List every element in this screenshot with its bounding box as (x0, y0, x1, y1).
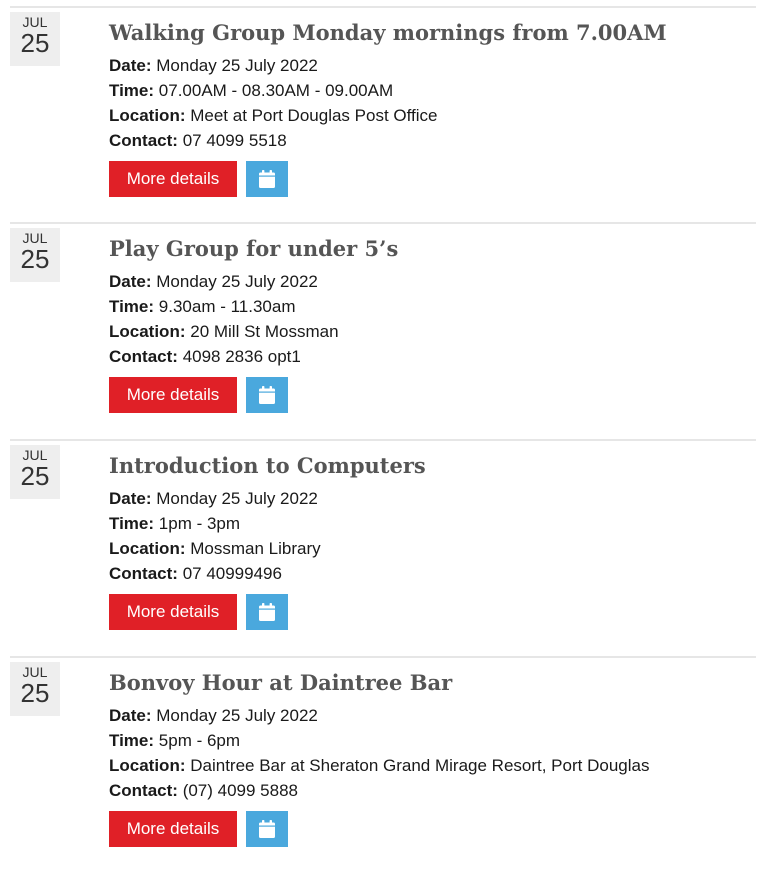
event-date: Monday 25 July 2022 (156, 706, 318, 725)
event-body: Bonvoy Hour at Daintree Bar Date: Monday… (109, 668, 756, 803)
event-contact-line: Contact: (07) 4099 5888 (109, 778, 756, 803)
date-day: 25 (20, 461, 50, 491)
location-label: Location: (109, 539, 186, 558)
more-details-button[interactable]: More details (109, 811, 237, 847)
event-location-line: Location: Daintree Bar at Sheraton Grand… (109, 753, 756, 778)
add-to-calendar-button[interactable] (246, 594, 288, 630)
event-item: JUL 25 Play Group for under 5’s Date: Mo… (10, 222, 756, 438)
time-label: Time: (109, 297, 155, 316)
event-body: Introduction to Computers Date: Monday 2… (109, 451, 756, 586)
event-time: 9.30am - 11.30am (158, 297, 296, 316)
event-body: Play Group for under 5’s Date: Monday 25… (109, 234, 756, 369)
event-item: JUL 25 Walking Group Monday mornings fro… (10, 6, 756, 222)
date-badge: JUL 25 (10, 662, 60, 716)
contact-label: Contact: (109, 781, 178, 800)
contact-label: Contact: (109, 347, 178, 366)
event-time-line: Time: 5pm - 6pm (109, 728, 756, 753)
event-time: 07.00AM - 08.30AM - 09.00AM (158, 81, 394, 100)
add-to-calendar-button[interactable] (246, 811, 288, 847)
date-label: Date: (109, 706, 152, 725)
date-badge: JUL 25 (10, 228, 60, 282)
time-label: Time: (109, 81, 155, 100)
date-month: JUL (22, 447, 48, 463)
date-label: Date: (109, 56, 152, 75)
date-badge: JUL 25 (10, 12, 60, 66)
date-label: Date: (109, 272, 152, 291)
event-date: Monday 25 July 2022 (156, 56, 318, 75)
date-month: JUL (22, 664, 48, 680)
event-time-line: Time: 1pm - 3pm (109, 511, 756, 536)
event-contact: 07 40999496 (182, 564, 282, 583)
contact-label: Contact: (109, 131, 178, 150)
more-details-button[interactable]: More details (109, 594, 237, 630)
calendar-icon (259, 602, 275, 621)
date-label: Date: (109, 489, 152, 508)
event-date-line: Date: Monday 25 July 2022 (109, 486, 756, 511)
event-title[interactable]: Walking Group Monday mornings from 7.00A… (109, 18, 756, 48)
date-day: 25 (20, 28, 50, 58)
event-title[interactable]: Bonvoy Hour at Daintree Bar (109, 668, 756, 698)
add-to-calendar-button[interactable] (246, 377, 288, 413)
event-contact-line: Contact: 07 4099 5518 (109, 128, 756, 153)
event-location-line: Location: Mossman Library (109, 536, 756, 561)
date-month: JUL (22, 14, 48, 30)
event-contact: 4098 2836 opt1 (182, 347, 301, 366)
event-date-line: Date: Monday 25 July 2022 (109, 53, 756, 78)
location-label: Location: (109, 756, 186, 775)
calendar-icon (259, 819, 275, 838)
time-label: Time: (109, 731, 155, 750)
time-label: Time: (109, 514, 155, 533)
event-item: JUL 25 Bonvoy Hour at Daintree Bar Date:… (10, 656, 756, 872)
event-date: Monday 25 July 2022 (156, 272, 318, 291)
event-time-line: Time: 07.00AM - 08.30AM - 09.00AM (109, 78, 756, 103)
date-day: 25 (20, 678, 50, 708)
more-details-button[interactable]: More details (109, 377, 237, 413)
event-contact: 07 4099 5518 (182, 131, 287, 150)
event-time: 1pm - 3pm (158, 514, 241, 533)
event-location: Mossman Library (190, 539, 321, 558)
event-contact-line: Contact: 07 40999496 (109, 561, 756, 586)
more-details-button[interactable]: More details (109, 161, 237, 197)
date-month: JUL (22, 230, 48, 246)
event-date-line: Date: Monday 25 July 2022 (109, 703, 756, 728)
event-title[interactable]: Introduction to Computers (109, 451, 756, 481)
location-label: Location: (109, 106, 186, 125)
event-date: Monday 25 July 2022 (156, 489, 318, 508)
event-time: 5pm - 6pm (158, 731, 241, 750)
event-date-line: Date: Monday 25 July 2022 (109, 269, 756, 294)
event-location: Meet at Port Douglas Post Office (190, 106, 438, 125)
calendar-icon (259, 385, 275, 404)
location-label: Location: (109, 322, 186, 341)
date-badge: JUL 25 (10, 445, 60, 499)
date-day: 25 (20, 244, 50, 274)
event-time-line: Time: 9.30am - 11.30am (109, 294, 756, 319)
event-contact-line: Contact: 4098 2836 opt1 (109, 344, 756, 369)
contact-label: Contact: (109, 564, 178, 583)
calendar-icon (259, 169, 275, 188)
event-location: Daintree Bar at Sheraton Grand Mirage Re… (190, 756, 650, 775)
event-item: JUL 25 Introduction to Computers Date: M… (10, 439, 756, 655)
add-to-calendar-button[interactable] (246, 161, 288, 197)
event-location-line: Location: Meet at Port Douglas Post Offi… (109, 103, 756, 128)
event-body: Walking Group Monday mornings from 7.00A… (109, 18, 756, 153)
event-location-line: Location: 20 Mill St Mossman (109, 319, 756, 344)
event-title[interactable]: Play Group for under 5’s (109, 234, 756, 264)
event-location: 20 Mill St Mossman (190, 322, 339, 341)
event-contact: (07) 4099 5888 (182, 781, 299, 800)
